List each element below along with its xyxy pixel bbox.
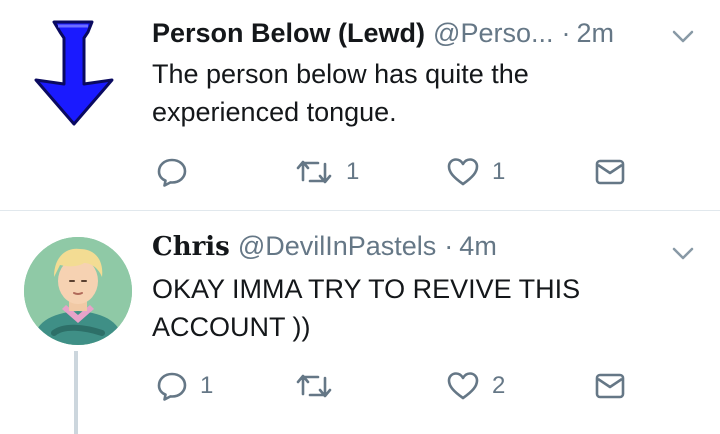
tweet-text: The person below has quite the experienc… — [152, 59, 529, 127]
retweet-button[interactable]: 1 — [294, 152, 359, 192]
direct-message-icon — [595, 373, 625, 399]
reply-count: 1 — [200, 372, 214, 399]
tweet-header: Person Below (Lewd) @Perso... · 2m — [152, 18, 614, 52]
separator: · — [561, 18, 571, 48]
tweet[interactable]: Chris @DevilInPastels · 4m OKAY IMMA TRY… — [0, 211, 720, 434]
handle[interactable]: @DevilInPastels — [238, 231, 436, 262]
retweet-icon — [296, 374, 332, 398]
thread-line — [74, 351, 78, 434]
handle[interactable]: @Perso... — [433, 18, 553, 49]
tweet-actions: 1 2 — [150, 366, 650, 406]
display-name[interactable]: Person Below (Lewd) — [152, 18, 425, 49]
like-count: 1 — [492, 158, 506, 185]
separator: · — [444, 231, 454, 261]
direct-message-button[interactable] — [594, 152, 626, 192]
avatar[interactable] — [32, 18, 122, 128]
direct-message-button[interactable] — [594, 366, 626, 406]
down-arrow-icon — [34, 20, 114, 126]
like-count: 2 — [492, 372, 506, 399]
avatar[interactable] — [24, 237, 132, 345]
timestamp[interactable]: 2m — [577, 18, 615, 49]
like-icon — [447, 158, 479, 186]
tweet[interactable]: Person Below (Lewd) @Perso... · 2m The p… — [0, 0, 720, 210]
like-icon — [447, 372, 479, 400]
tweet-header: Chris @DevilInPastels · 4m — [152, 231, 497, 265]
display-name[interactable]: Chris — [152, 232, 230, 262]
timestamp[interactable]: 4m — [459, 231, 497, 262]
reply-icon — [157, 158, 187, 187]
reply-icon — [157, 372, 187, 401]
reply-button[interactable]: 1 — [156, 366, 213, 406]
retweet-button[interactable] — [294, 366, 346, 406]
chevron-down-icon[interactable] — [672, 247, 694, 261]
retweet-count: 1 — [346, 158, 360, 185]
like-button[interactable]: 2 — [446, 366, 505, 406]
retweet-icon — [296, 160, 332, 184]
tweet-text: OKAY IMMA TRY TO REVIVE THIS ACCOUNT )) — [152, 274, 581, 342]
chevron-down-icon[interactable] — [672, 30, 694, 44]
direct-message-icon — [595, 159, 625, 185]
avatar-image — [24, 237, 132, 345]
tweet-actions: 1 1 — [150, 152, 650, 192]
reply-button[interactable] — [156, 152, 200, 192]
like-button[interactable]: 1 — [446, 152, 505, 192]
